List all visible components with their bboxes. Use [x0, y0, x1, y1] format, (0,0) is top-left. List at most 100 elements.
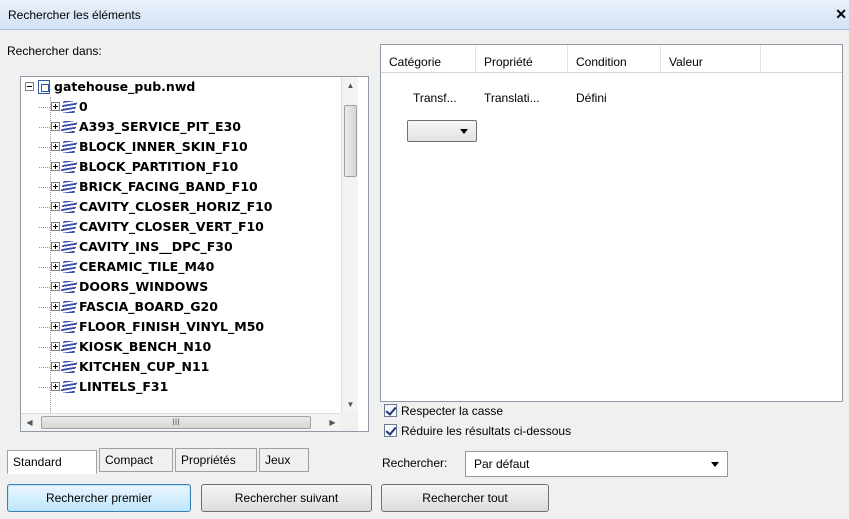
find-first-button[interactable]: Rechercher premier: [7, 484, 191, 512]
expand-icon[interactable]: [51, 182, 60, 191]
expand-icon[interactable]: [51, 202, 60, 211]
scroll-down-icon[interactable]: ▼: [342, 396, 359, 413]
cell-property[interactable]: Translati...: [484, 87, 540, 109]
tree-item[interactable]: A393_SERVICE_PIT_E30: [39, 117, 241, 137]
tree-connector: [39, 127, 50, 128]
column-header-value[interactable]: Valeur: [661, 45, 761, 73]
tree-connector: [39, 347, 50, 348]
chevron-down-icon: [711, 462, 719, 467]
layer-icon: [60, 260, 78, 273]
tree-item-label: FASCIA_BOARD_G20: [79, 299, 218, 314]
category-dropdown[interactable]: [407, 120, 477, 142]
tree-item-label: KITCHEN_CUP_N11: [79, 359, 210, 374]
expand-icon[interactable]: [51, 382, 60, 391]
expand-icon[interactable]: [51, 222, 60, 231]
expand-icon[interactable]: [51, 122, 60, 131]
tree-item[interactable]: CAVITY_CLOSER_HORIZ_F10: [39, 197, 273, 217]
scroll-left-icon[interactable]: ◀: [21, 414, 38, 431]
collapse-icon[interactable]: [25, 82, 34, 91]
expand-icon[interactable]: [51, 282, 60, 291]
close-icon[interactable]: ✕: [835, 6, 847, 23]
tree-item[interactable]: BLOCK_INNER_SKIN_F10: [39, 137, 248, 157]
layer-icon: [60, 380, 78, 393]
tree-root-row[interactable]: gatehouse_pub.nwd: [25, 77, 195, 97]
scrollbar-thumb[interactable]: [344, 105, 357, 177]
tab-compact[interactable]: Compact: [99, 448, 173, 472]
tree-item[interactable]: CERAMIC_TILE_M40: [39, 257, 214, 277]
tree-connector: [39, 187, 50, 188]
column-header-property[interactable]: Propriété: [476, 45, 568, 73]
expand-icon[interactable]: [51, 362, 60, 371]
tree-connector: [39, 147, 50, 148]
column-header-category[interactable]: Catégorie: [381, 45, 476, 73]
tree-root-label: gatehouse_pub.nwd: [54, 79, 196, 94]
tree-connector: [39, 287, 50, 288]
tree-viewport: gatehouse_pub.nwd 0 A393_SERVICE_PIT_E30…: [21, 77, 341, 413]
tab-sets[interactable]: Jeux: [259, 448, 309, 472]
cell-category[interactable]: Transf...: [413, 87, 457, 109]
tree-item[interactable]: FASCIA_BOARD_G20: [39, 297, 218, 317]
find-all-button[interactable]: Rechercher tout: [381, 484, 549, 512]
conditions-grid[interactable]: Catégorie Propriété Condition Valeur Tra…: [380, 44, 843, 402]
tree-item-label: DOORS_WINDOWS: [79, 279, 209, 294]
tree-connector: [39, 267, 50, 268]
tree-item[interactable]: LINTELS_F31: [39, 377, 168, 397]
expand-icon[interactable]: [51, 322, 60, 331]
window-title: Rechercher les éléments: [8, 8, 141, 22]
scroll-corner: [341, 413, 358, 431]
tree-item[interactable]: 0: [39, 97, 88, 117]
layer-icon: [60, 300, 78, 313]
column-header-condition[interactable]: Condition: [568, 45, 661, 73]
tree-item-label: FLOOR_FINISH_VINYL_M50: [79, 319, 265, 334]
condition-row[interactable]: Transf... Translati... Défini: [381, 75, 842, 105]
selection-tree[interactable]: gatehouse_pub.nwd 0 A393_SERVICE_PIT_E30…: [20, 76, 369, 432]
tab-standard[interactable]: Standard: [7, 450, 97, 474]
scroll-right-icon[interactable]: ▶: [324, 414, 341, 431]
tree-item-label: CAVITY_CLOSER_VERT_F10: [79, 219, 264, 234]
search-mode-value: Par défaut: [474, 457, 530, 471]
expand-icon[interactable]: [51, 342, 60, 351]
tree-item[interactable]: FLOOR_FINISH_VINYL_M50: [39, 317, 264, 337]
tree-connector: [39, 227, 50, 228]
match-case-label: Respecter la casse: [401, 404, 504, 418]
layer-icon: [60, 240, 78, 253]
expand-icon[interactable]: [51, 242, 60, 251]
tree-item-label: CAVITY_INS__DPC_F30: [79, 239, 233, 254]
tree-item[interactable]: CAVITY_INS__DPC_F30: [39, 237, 233, 257]
search-mode-label: Rechercher:: [382, 456, 448, 470]
tree-item[interactable]: KIOSK_BENCH_N10: [39, 337, 211, 357]
layer-icon: [60, 180, 78, 193]
expand-icon[interactable]: [51, 162, 60, 171]
tree-item[interactable]: BLOCK_PARTITION_F10: [39, 157, 238, 177]
layer-icon: [60, 140, 78, 153]
find-next-button[interactable]: Rechercher suivant: [201, 484, 372, 512]
expand-icon[interactable]: [51, 142, 60, 151]
tree-connector: [39, 167, 50, 168]
cell-condition[interactable]: Défini: [576, 87, 607, 109]
prune-below-option[interactable]: Réduire les résultats ci-dessous: [384, 422, 571, 440]
match-case-option[interactable]: Respecter la casse: [384, 402, 503, 420]
tree-item[interactable]: KITCHEN_CUP_N11: [39, 357, 209, 377]
tree-item-label: BLOCK_PARTITION_F10: [79, 159, 239, 174]
tree-horizontal-scrollbar[interactable]: ◀ III ▶: [21, 413, 341, 431]
layer-icon: [60, 200, 78, 213]
tree-item[interactable]: BRICK_FACING_BAND_F10: [39, 177, 258, 197]
search-in-label: Rechercher dans:: [7, 44, 102, 58]
tree-item[interactable]: DOORS_WINDOWS: [39, 277, 208, 297]
prune-below-checkbox[interactable]: [384, 424, 397, 438]
tree-connector: [39, 207, 50, 208]
expand-icon[interactable]: [51, 262, 60, 271]
tree-item-label: 0: [79, 99, 88, 114]
expand-icon[interactable]: [51, 102, 60, 111]
tree-vertical-scrollbar[interactable]: ▲ ▼: [341, 77, 358, 413]
tree-item[interactable]: CAVITY_CLOSER_VERT_F10: [39, 217, 264, 237]
scrollbar-grip-icon: III: [172, 417, 180, 427]
scroll-up-icon[interactable]: ▲: [342, 77, 359, 94]
search-mode-select[interactable]: Par défaut: [465, 451, 728, 477]
tree-connector: [39, 367, 50, 368]
expand-icon[interactable]: [51, 302, 60, 311]
tree-connector: [39, 307, 50, 308]
tab-properties[interactable]: Propriétés: [175, 448, 257, 472]
match-case-checkbox[interactable]: [384, 404, 397, 418]
scrollbar-thumb[interactable]: III: [41, 416, 311, 429]
